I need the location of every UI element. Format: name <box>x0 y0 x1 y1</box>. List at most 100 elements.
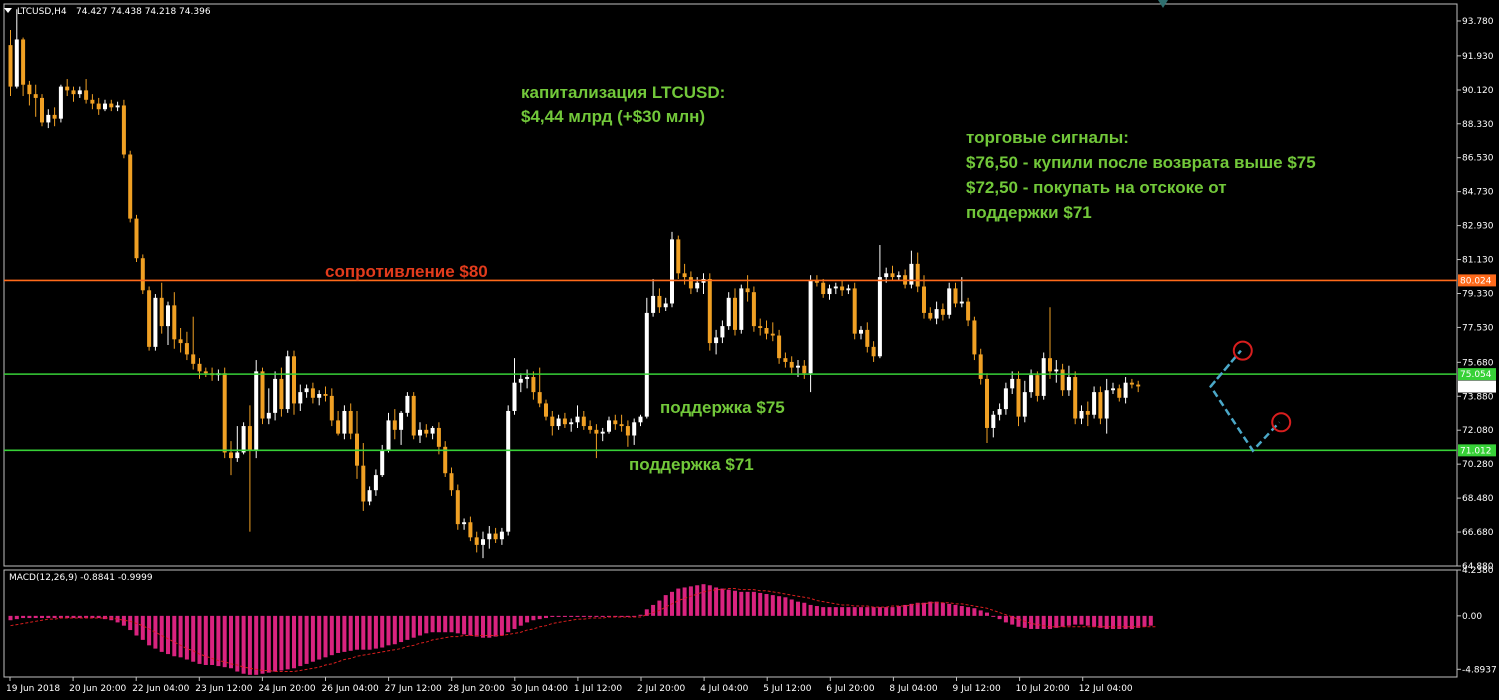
candle-body <box>512 382 517 411</box>
candle-body <box>581 416 586 427</box>
candle <box>140 254 145 295</box>
candle-body <box>638 416 643 423</box>
macd-bar <box>216 615 221 667</box>
macd-bar <box>418 615 422 636</box>
candle-body <box>285 356 290 410</box>
time-tick-label: 8 Jul 04:00 <box>889 684 938 694</box>
candle-body <box>676 239 681 274</box>
candle-body <box>1010 378 1015 389</box>
candle-body <box>544 403 548 417</box>
candle-body <box>726 297 731 327</box>
macd-bar <box>405 615 410 640</box>
candle-body <box>14 39 19 87</box>
macd-bar <box>336 615 341 653</box>
candle <box>147 286 152 351</box>
macd-bar <box>695 585 700 616</box>
candle-body <box>915 263 920 287</box>
candle-body <box>890 273 895 278</box>
signal-2: $72,50 - покупать на отскоке от <box>966 178 1227 197</box>
candle <box>670 231 674 308</box>
candle-body <box>481 539 485 545</box>
candle-body <box>46 114 51 123</box>
candle-body <box>1060 369 1065 391</box>
candle <box>676 235 681 279</box>
candle-body <box>733 297 737 330</box>
candle-body <box>58 86 63 119</box>
macd-bar <box>443 615 448 633</box>
macd-tick-label: 0.00 <box>1462 612 1482 622</box>
time-tick-label: 28 Jun 20:00 <box>448 684 505 694</box>
candle-body <box>865 329 870 347</box>
macd-bar <box>739 591 744 616</box>
candle-body <box>8 45 13 87</box>
candle-body <box>373 475 378 491</box>
candle-body <box>140 258 145 291</box>
candle-body <box>1066 377 1071 391</box>
candle-body <box>613 420 618 425</box>
candle-body <box>758 326 763 328</box>
candle-body <box>991 414 996 428</box>
price-tick-label: 75.680 <box>1462 358 1494 368</box>
candle <box>751 286 756 332</box>
candle-body <box>317 394 322 398</box>
macd-bar <box>46 615 51 619</box>
candle-body <box>1035 375 1040 396</box>
candle-body <box>607 420 611 432</box>
macd-bar <box>134 615 139 636</box>
candle-body <box>1129 382 1134 385</box>
candle-body <box>40 97 44 123</box>
macd-bar <box>140 615 145 640</box>
macd-bar <box>940 602 945 616</box>
candle-body <box>84 90 89 100</box>
macd-bar <box>52 615 57 619</box>
macd-bar <box>808 604 813 616</box>
macd-bar <box>588 615 593 617</box>
macd-bar <box>600 615 605 617</box>
macd-bar <box>1148 615 1153 626</box>
macd-bar <box>859 607 863 616</box>
macd-bar <box>985 612 989 616</box>
candle-body <box>399 412 404 430</box>
macd-bar <box>720 588 725 616</box>
candle-body <box>1054 369 1059 372</box>
candle-body <box>1085 410 1090 415</box>
level-price-tag-label: 80.024 <box>1460 276 1492 286</box>
candle-body <box>1136 384 1141 387</box>
candle-body <box>65 86 70 91</box>
macd-bar <box>506 615 511 633</box>
time-tick-label: 24 Jun 20:00 <box>258 684 315 694</box>
macd-bar <box>499 615 504 636</box>
candle-body <box>852 288 857 334</box>
macd-bar <box>896 606 901 616</box>
macd-bar <box>197 615 202 664</box>
price-tick-label: 84.730 <box>1462 188 1494 198</box>
candle-body <box>115 105 120 108</box>
macd-bar <box>487 615 492 638</box>
macd-bar <box>751 591 756 616</box>
macd-bar <box>1098 615 1103 628</box>
macd-bar <box>481 615 485 638</box>
candle-body <box>846 288 851 291</box>
macd-bar <box>1092 615 1097 627</box>
candle-body <box>1073 377 1078 419</box>
macd-bar <box>682 587 687 616</box>
macd-bar <box>1022 615 1027 628</box>
candle-body <box>821 282 826 295</box>
candle-body <box>619 424 624 427</box>
candle-body <box>462 522 467 525</box>
candle <box>1073 371 1078 425</box>
candle-body <box>953 288 958 304</box>
candle-body <box>1079 410 1084 419</box>
macd-bar <box>1035 615 1040 629</box>
macd-bar <box>953 604 958 616</box>
macd-bar <box>184 615 189 660</box>
macd-bar <box>1060 615 1065 627</box>
candle-body <box>229 452 233 459</box>
price-tick-label: 72.080 <box>1462 426 1494 436</box>
macd-bar <box>33 615 38 619</box>
candle-body <box>827 288 832 295</box>
time-tick-label: 10 Jul 20:00 <box>1016 684 1070 694</box>
candle-body <box>159 297 164 327</box>
candle <box>707 273 712 351</box>
macd-bar <box>877 607 882 616</box>
